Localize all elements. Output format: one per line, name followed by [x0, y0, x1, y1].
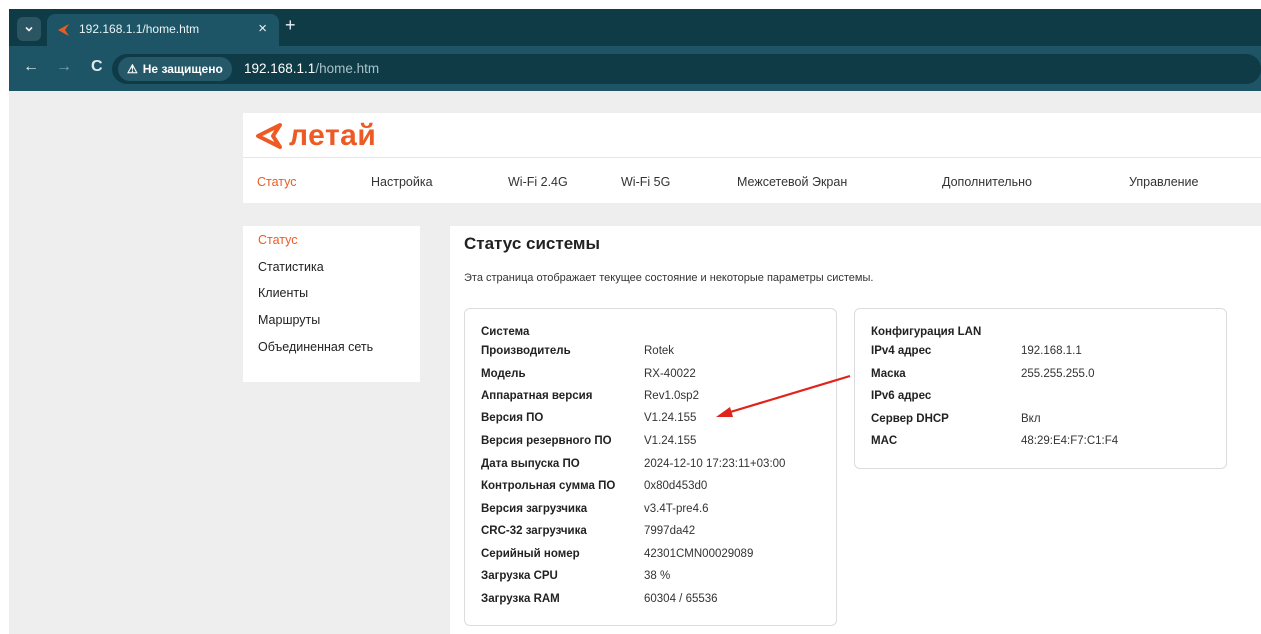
row-label-firmware-checksum: Контрольная сумма ПО [481, 480, 616, 492]
row-label-ipv4: IPv4 адрес [871, 345, 932, 357]
tab-close-icon[interactable]: × [258, 20, 267, 37]
row-label-mask: Маска [871, 368, 906, 380]
row-value-hardware-version: Rev1.0sp2 [644, 390, 699, 402]
row-value-manufacturer: Rotek [644, 345, 675, 357]
page-title: Статус системы [464, 234, 601, 253]
row-label-serial-number: Серийный номер [481, 548, 580, 560]
sidebar-item-mesh[interactable]: Объединенная сеть [258, 340, 373, 354]
browser-tab-active[interactable]: 192.168.1.1/home.htm × [47, 14, 279, 46]
sidebar-item-clients[interactable]: Клиенты [258, 286, 308, 300]
sidebar-item-status[interactable]: Статус [258, 233, 298, 247]
row-value-firmware-date: 2024-12-10 17:23:11+03:00 [644, 458, 786, 470]
forward-button[interactable]: → [56, 58, 72, 76]
topnav-advanced[interactable]: Дополнительно [942, 175, 1032, 189]
chevron-down-icon [25, 26, 33, 32]
header-divider [243, 157, 1261, 158]
row-label-backup-firmware: Версия резервного ПО [481, 435, 612, 447]
row-value-mac: 48:29:E4:F7:C1:F4 [1021, 435, 1119, 447]
row-label-cpu-load: Загрузка CPU [481, 570, 558, 582]
row-label-manufacturer: Производитель [481, 345, 571, 357]
sidebar: Статус Статистика Клиенты Маршруты Объед… [243, 226, 420, 382]
page-header: летай Статус Настройка Wi-Fi 2.4G Wi-Fi … [243, 113, 1261, 203]
row-value-ram-load: 60304 / 65536 [644, 593, 718, 605]
topnav-wifi-5[interactable]: Wi-Fi 5G [621, 175, 670, 189]
row-label-firmware-date: Дата выпуска ПО [481, 458, 580, 470]
topnav-management[interactable]: Управление [1129, 175, 1199, 189]
row-value-mask: 255.255.255.0 [1021, 368, 1095, 380]
row-label-mac: MAC [871, 435, 898, 447]
back-button[interactable]: ← [23, 58, 39, 76]
page-description: Эта страница отображает текущее состояни… [464, 272, 874, 284]
security-indicator[interactable]: ⚠ Не защищено [118, 57, 232, 81]
row-value-ipv4: 192.168.1.1 [1021, 345, 1082, 357]
reload-button[interactable]: C [91, 58, 103, 76]
row-value-bootloader-version: v3.4T-pre4.6 [644, 503, 709, 515]
letai-favicon-icon [58, 24, 69, 36]
row-label-ram-load: Загрузка RAM [481, 593, 560, 605]
row-label-model: Модель [481, 368, 526, 380]
url-host: 192.168.1.1 [244, 61, 316, 76]
new-tab-button[interactable]: + [285, 15, 296, 36]
top-margin [0, 0, 1261, 9]
row-value-serial-number: 42301CMN00029089 [644, 548, 754, 560]
topnav-settings[interactable]: Настройка [371, 175, 433, 189]
letai-logo-icon [256, 123, 282, 149]
row-value-dhcp: Вкл [1021, 413, 1041, 425]
lan-card-heading: Конфигурация LAN [871, 326, 982, 338]
row-value-cpu-load: 38 % [644, 570, 671, 582]
omnibox[interactable]: ⚠ Не защищено 192.168.1.1/home.htm [112, 54, 1261, 84]
sidebar-item-routes[interactable]: Маршруты [258, 313, 320, 327]
row-label-ipv6: IPv6 адрес [871, 390, 932, 402]
topnav-wifi-24[interactable]: Wi-Fi 2.4G [508, 175, 568, 189]
lan-card: Конфигурация LAN IPv4 адрес 192.168.1.1 … [854, 308, 1227, 469]
system-card-heading: Система [481, 326, 530, 338]
browser-toolbar: ← → C ⚠ Не защищено 192.168.1.1/home.htm [9, 46, 1261, 91]
warning-icon: ⚠ [127, 62, 138, 76]
row-value-bootloader-crc: 7997da42 [644, 525, 696, 537]
browser-tabstrip: 192.168.1.1/home.htm × + [9, 9, 1261, 46]
row-label-bootloader-version: Версия загрузчика [481, 503, 588, 515]
url-text[interactable]: 192.168.1.1/home.htm [244, 61, 379, 76]
security-label: Не защищено [142, 62, 223, 76]
row-value-backup-firmware: V1.24.155 [644, 435, 697, 447]
row-label-hardware-version: Аппаратная версия [481, 390, 593, 402]
main-content: Статус системы Эта страница отображает т… [450, 226, 1261, 634]
row-value-model: RX-40022 [644, 368, 696, 380]
tab-search-button[interactable] [17, 17, 41, 41]
system-card: Система Производитель Rotek Модель RX-40… [464, 308, 837, 626]
topnav-firewall[interactable]: Межсетевой Экран [737, 175, 847, 189]
screenshot-frame: 192.168.1.1/home.htm × + ← → C ⚠ Не защи… [0, 0, 1261, 634]
brand-logo[interactable]: летай [255, 119, 376, 153]
row-label-bootloader-crc: CRC-32 загрузчика [481, 525, 587, 537]
router-page: летай Статус Настройка Wi-Fi 2.4G Wi-Fi … [9, 91, 1261, 634]
topnav-status[interactable]: Статус [257, 175, 297, 189]
row-label-firmware-version: Версия ПО [481, 412, 544, 424]
url-path: /home.htm [315, 61, 380, 76]
row-value-firmware-version: V1.24.155 [644, 412, 697, 424]
left-margin [0, 0, 9, 634]
row-value-firmware-checksum: 0x80d453d0 [644, 480, 708, 492]
row-label-dhcp: Сервер DHCP [871, 413, 949, 425]
tab-title: 192.168.1.1/home.htm [79, 22, 200, 36]
sidebar-item-statistics[interactable]: Статистика [258, 260, 324, 274]
logo-text: летай [289, 119, 377, 152]
